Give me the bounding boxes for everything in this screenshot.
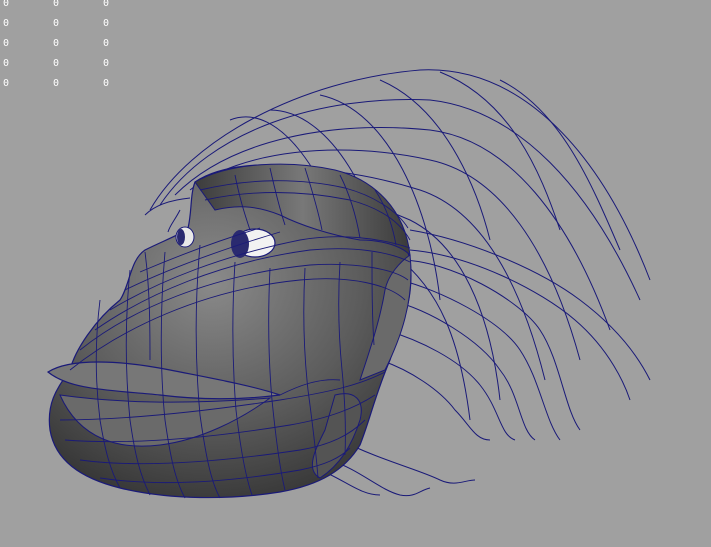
hud-row: 0 0 0 — [0, 34, 120, 54]
hud-value: 0 — [53, 38, 60, 49]
hud-value: 0 — [103, 58, 110, 69]
hud-row: 0 0 0 — [0, 0, 120, 14]
hud-row: 0 0 0 — [0, 14, 120, 34]
head-mesh — [46, 163, 412, 499]
hud-value: 0 — [53, 0, 60, 9]
hud-readout: 0 0 0 0 0 0 0 0 0 0 0 0 0 0 0 — [0, 0, 120, 94]
hud-value: 0 — [53, 78, 60, 89]
hud-value: 0 — [103, 78, 110, 89]
hud-value: 0 — [103, 0, 110, 9]
hud-row: 0 0 0 — [0, 74, 120, 94]
hud-value: 0 — [3, 78, 10, 89]
hud-value: 0 — [3, 38, 10, 49]
hud-value: 0 — [53, 58, 60, 69]
hud-value: 0 — [103, 38, 110, 49]
hud-value: 0 — [3, 18, 10, 29]
hud-value: 0 — [53, 18, 60, 29]
hud-row: 0 0 0 — [0, 54, 120, 74]
hud-value: 0 — [3, 0, 10, 9]
hud-value: 0 — [103, 18, 110, 29]
hud-value: 0 — [3, 58, 10, 69]
